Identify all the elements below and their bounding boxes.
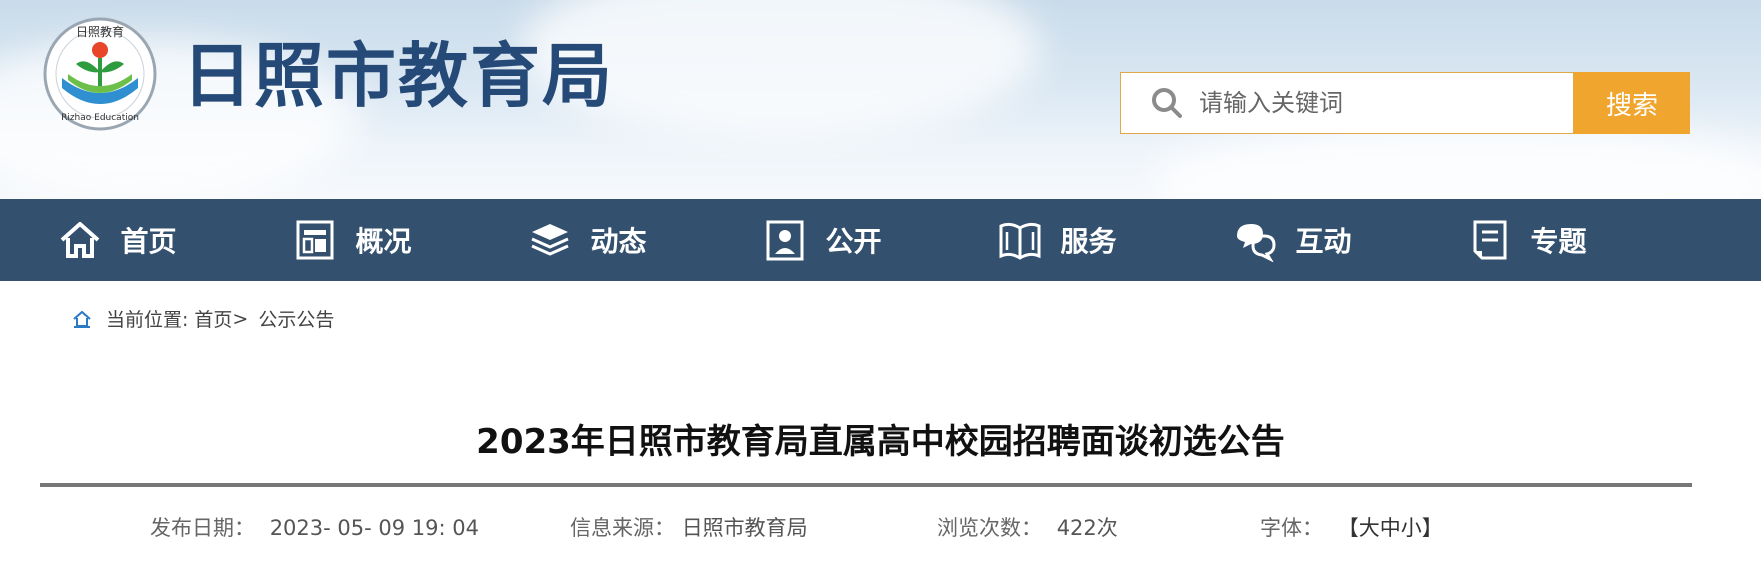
nav-label: 概况 (355, 225, 412, 258)
font-size-control: 字体： 【大中小】 (1260, 512, 1443, 542)
breadcrumb-current-link[interactable]: 公示公告 (258, 305, 334, 332)
title-divider (40, 483, 1692, 487)
font-bracket-close: 】 (1421, 516, 1443, 540)
disclosure-icon (766, 220, 804, 261)
publish-date-value: 2023- 05- 09 19: 04 (269, 516, 479, 540)
nav-label: 公开 (825, 225, 882, 258)
view-count: 浏览次数： 422次 (937, 512, 1118, 542)
site-title[interactable]: 日照市教育局 (182, 36, 614, 116)
nav-label: 服务 (1060, 225, 1117, 258)
search-button[interactable]: 搜索 (1574, 72, 1690, 134)
document-icon (1473, 220, 1507, 260)
nav-item-service[interactable]: 服务 (940, 199, 1175, 281)
breadcrumb-home-link[interactable]: 首页 (194, 305, 232, 332)
chat-icon (1237, 224, 1276, 262)
nav-item-special[interactable]: 专题 (1410, 199, 1645, 281)
svg-text:Rizhao Education: Rizhao Education (61, 113, 139, 123)
font-medium-button[interactable]: 中 (1380, 516, 1401, 540)
search-icon (1152, 88, 1182, 118)
breadcrumb-separator: > (232, 307, 249, 330)
home-small-icon (73, 310, 91, 328)
nav-item-news[interactable]: 动态 (470, 199, 705, 281)
view-count-value: 422次 (1056, 516, 1118, 540)
svg-text:日照教育: 日照教育 (76, 24, 124, 39)
search-input[interactable] (1197, 88, 1541, 118)
site-header: 日照教育 Rizhao Education 日照市教育局 搜索 (0, 0, 1761, 199)
news-stack-icon (531, 224, 570, 256)
search-box[interactable] (1120, 72, 1574, 134)
breadcrumb: 当前位置: 首页 > 公示公告 (72, 305, 334, 332)
nav-label: 互动 (1295, 225, 1352, 258)
font-bracket-open: 【 (1337, 516, 1359, 540)
article-title: 2023年日照市教育局直属高中校园招聘面谈初选公告 (476, 422, 1285, 462)
publish-date-label: 发布日期： (150, 516, 255, 540)
overview-icon (296, 220, 334, 260)
font-large-button[interactable]: 大 (1359, 516, 1380, 540)
site-logo[interactable]: 日照教育 Rizhao Education (42, 16, 158, 132)
home-icon (61, 222, 100, 258)
nav-item-interaction[interactable]: 互动 (1175, 199, 1410, 281)
search-bar: 搜索 (1120, 72, 1690, 134)
info-source-value: 日照市教育局 (681, 516, 808, 540)
open-book-icon (999, 222, 1041, 260)
nav-label: 专题 (1530, 225, 1587, 258)
publish-date: 发布日期： 2023- 05- 09 19: 04 (150, 512, 479, 542)
nav-label: 动态 (590, 225, 647, 258)
font-small-button[interactable]: 小 (1401, 516, 1422, 540)
main-nav: 首页 概况 动态 公开 服务 互动 专题 (0, 199, 1761, 281)
info-source-label: 信息来源： (570, 516, 675, 540)
nav-item-disclosure[interactable]: 公开 (705, 199, 940, 281)
nav-item-overview[interactable]: 概况 (235, 199, 470, 281)
nav-label: 首页 (120, 225, 177, 258)
font-size-label: 字体： (1260, 516, 1323, 540)
breadcrumb-prefix: 当前位置: (106, 309, 189, 331)
nav-item-home[interactable]: 首页 (0, 199, 235, 281)
view-count-label: 浏览次数： (937, 516, 1042, 540)
info-source: 信息来源： 日照市教育局 (570, 512, 808, 542)
